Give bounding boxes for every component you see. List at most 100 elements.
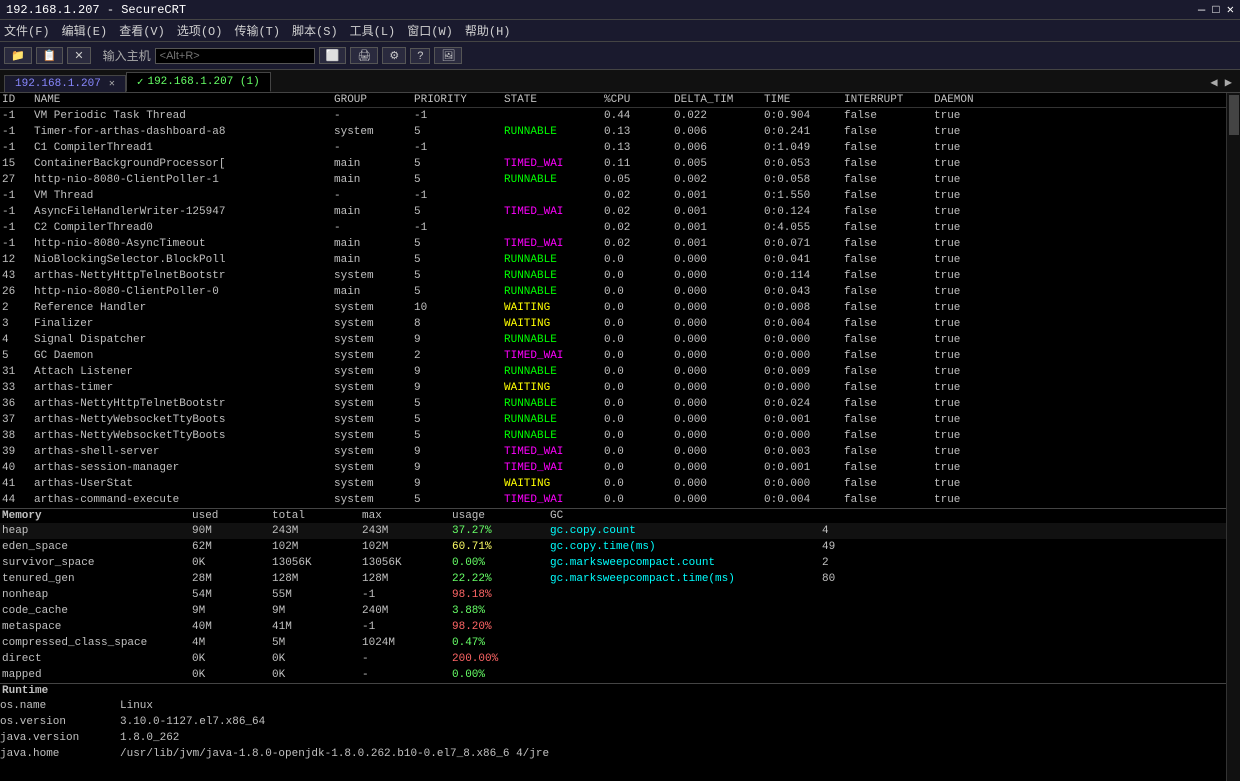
thread-name: arthas-session-manager	[34, 460, 334, 476]
mem-usage: 3.88%	[452, 603, 542, 619]
toolbar-btn-img[interactable]: 🖼	[434, 47, 462, 64]
thread-daemon: true	[934, 156, 994, 172]
gc-name: gc.copy.time(ms)	[542, 539, 822, 555]
tab-1-label: 192.168.1.207	[15, 78, 101, 90]
table-row: 41 arthas-UserStat system 9 WAITING 0.0 …	[0, 476, 1226, 492]
toolbar-btn-connect[interactable]: ⬜	[319, 47, 347, 64]
thread-name: VM Periodic Task Thread	[34, 108, 334, 124]
menu-help[interactable]: 帮助(H)	[465, 22, 511, 39]
thread-state: TIMED_WAI	[504, 460, 604, 476]
thread-priority: 9	[414, 476, 504, 492]
thread-daemon: true	[934, 172, 994, 188]
thread-daemon: true	[934, 268, 994, 284]
tab-2[interactable]: ✓ 192.168.1.207 (1)	[126, 72, 271, 92]
table-row: -1 C2 CompilerThread0 - -1 0.02 0.001 0:…	[0, 220, 1226, 236]
menu-tools[interactable]: 工具(L)	[350, 22, 396, 39]
thread-name: arthas-NettyHttpTelnetBootstr	[34, 396, 334, 412]
thread-state: WAITING	[504, 300, 604, 316]
thread-cpu: 0.0	[604, 412, 674, 428]
toolbar-btn-2[interactable]: 📋	[36, 47, 64, 64]
gc-val	[822, 619, 882, 635]
menu-file[interactable]: 文件(F)	[4, 22, 50, 39]
thread-state: RUNNABLE	[504, 428, 604, 444]
thread-daemon: true	[934, 460, 994, 476]
memory-row: nonheap 54M 55M -1 98.18%	[0, 587, 1226, 603]
thread-time: 0:0.024	[764, 396, 844, 412]
toolbar-btn-1[interactable]: 📁	[4, 47, 32, 64]
scrollbar-thumb[interactable]	[1229, 95, 1239, 135]
thread-id: 26	[2, 284, 34, 300]
runtime-row: os.version 3.10.0-1127.el7.x86_64	[0, 714, 1226, 730]
menu-window[interactable]: 窗口(W)	[407, 22, 453, 39]
thread-time: 0:0.000	[764, 348, 844, 364]
toolbar-btn-help[interactable]: ?	[410, 48, 430, 64]
mem-total: 243M	[272, 523, 362, 539]
table-row: 27 http-nio-8080-ClientPoller-1 main 5 R…	[0, 172, 1226, 188]
thread-daemon: true	[934, 300, 994, 316]
toolbar-btn-close[interactable]: ✕	[67, 47, 90, 64]
thread-daemon: true	[934, 204, 994, 220]
menu-scripts[interactable]: 脚本(S)	[292, 22, 338, 39]
memory-row: code_cache 9M 9M 240M 3.88%	[0, 603, 1226, 619]
mem-used: 4M	[192, 635, 272, 651]
thread-delta: 0.000	[674, 300, 764, 316]
thread-state: RUNNABLE	[504, 332, 604, 348]
thread-id: 27	[2, 172, 34, 188]
menu-view[interactable]: 查看(V)	[119, 22, 165, 39]
thread-name: arthas-UserStat	[34, 476, 334, 492]
rt-val: 3.10.0-1127.el7.x86_64	[120, 714, 265, 730]
thread-priority: 9	[414, 332, 504, 348]
host-input[interactable]	[155, 48, 315, 64]
mem-max: 102M	[362, 539, 452, 555]
menu-transfer[interactable]: 传输(T)	[234, 22, 280, 39]
thread-time: 0:0.003	[764, 444, 844, 460]
mem-used: 62M	[192, 539, 272, 555]
thread-daemon: true	[934, 108, 994, 124]
mem-total: 102M	[272, 539, 362, 555]
thread-cpu: 0.0	[604, 348, 674, 364]
tab-1[interactable]: 192.168.1.207 ✕	[4, 75, 126, 92]
rt-key: os.version	[0, 714, 120, 730]
thread-delta: 0.000	[674, 396, 764, 412]
thread-interrupt: false	[844, 300, 934, 316]
scrollbar-vertical[interactable]	[1226, 93, 1240, 781]
menu-options[interactable]: 选项(O)	[177, 22, 223, 39]
thread-group: -	[334, 108, 414, 124]
thread-group: system	[334, 268, 414, 284]
toolbar-btn-print[interactable]: 🖨	[350, 47, 378, 64]
thread-group: main	[334, 156, 414, 172]
thread-state: RUNNABLE	[504, 284, 604, 300]
thread-priority: 5	[414, 492, 504, 508]
thread-daemon: true	[934, 364, 994, 380]
mem-max: -	[362, 651, 452, 667]
table-row: 38 arthas-NettyWebsocketTtyBoots system …	[0, 428, 1226, 444]
thread-delta: 0.000	[674, 476, 764, 492]
thread-state: RUNNABLE	[504, 268, 604, 284]
thread-delta: 0.001	[674, 220, 764, 236]
mem-name: compressed_class_space	[2, 635, 192, 651]
table-row: 4 Signal Dispatcher system 9 RUNNABLE 0.…	[0, 332, 1226, 348]
thread-group: -	[334, 220, 414, 236]
mem-total: 128M	[272, 571, 362, 587]
thread-time: 0:0.114	[764, 268, 844, 284]
thread-state: RUNNABLE	[504, 252, 604, 268]
thread-priority: 8	[414, 316, 504, 332]
header-time: TIME	[764, 94, 844, 106]
mem-total: 9M	[272, 603, 362, 619]
thread-priority: 5	[414, 284, 504, 300]
tab-scroll-arrows[interactable]: ◀ ▶	[1206, 73, 1236, 92]
gc-name	[542, 603, 822, 619]
menu-edit[interactable]: 编辑(E)	[62, 22, 108, 39]
thread-name: http-nio-8080-AsyncTimeout	[34, 236, 334, 252]
toolbar-btn-settings[interactable]: ⚙	[382, 47, 406, 64]
thread-priority: 5	[414, 172, 504, 188]
title-bar: 192.168.1.207 - SecureCRT — □ ✕	[0, 0, 1240, 20]
thread-state	[504, 140, 604, 156]
mem-usage: 98.18%	[452, 587, 542, 603]
thread-daemon: true	[934, 492, 994, 508]
tab-1-close[interactable]: ✕	[109, 78, 115, 90]
thread-time: 0:0.001	[764, 412, 844, 428]
mem-total: 0K	[272, 651, 362, 667]
thread-group: system	[334, 460, 414, 476]
thread-name: Reference Handler	[34, 300, 334, 316]
